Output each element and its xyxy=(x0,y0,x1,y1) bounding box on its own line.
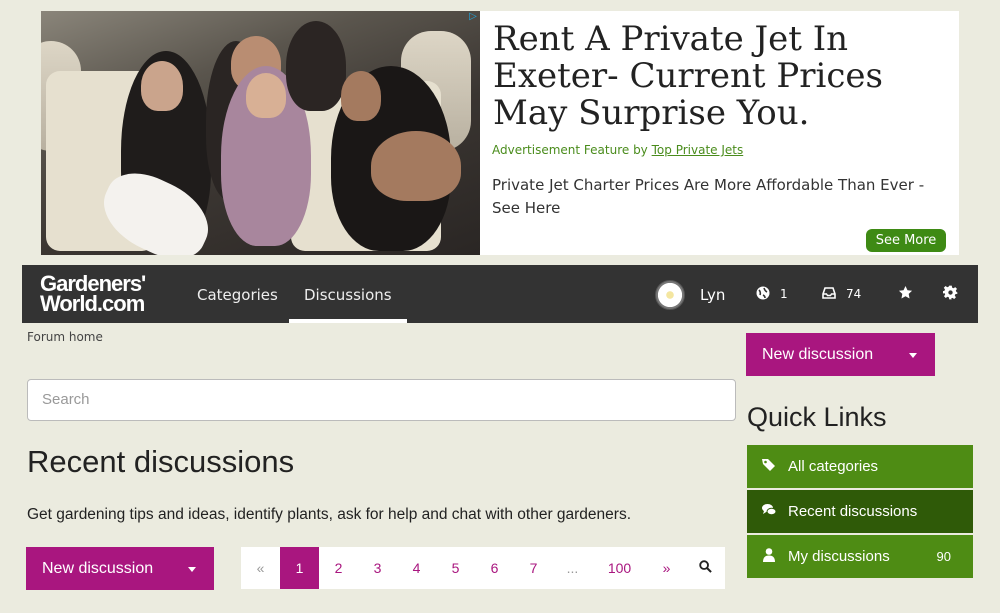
pager-ellipsis: ... xyxy=(566,560,579,576)
new-discussion-label: New discussion xyxy=(762,345,874,363)
chevron-down-icon[interactable] xyxy=(909,352,917,358)
pager-page[interactable]: 5 xyxy=(436,547,475,589)
pager-last-page[interactable]: 100 xyxy=(592,547,647,589)
globe-icon xyxy=(756,286,770,303)
search-icon xyxy=(699,560,712,576)
ad-description[interactable]: Private Jet Charter Prices Are More Affo… xyxy=(492,174,952,220)
page-description: Get gardening tips and ideas, identify p… xyxy=(27,506,632,523)
quick-link-label: All categories xyxy=(788,458,879,475)
avatar[interactable] xyxy=(655,280,685,310)
breadcrumb[interactable]: Forum home xyxy=(27,330,103,344)
pager-prev[interactable]: « xyxy=(241,547,280,589)
pager-next[interactable]: » xyxy=(647,547,686,589)
new-discussion-button[interactable]: New discussion xyxy=(26,547,214,590)
main-nav: Gardeners' World.com Categories Discussi… xyxy=(22,265,978,323)
quick-link-label: My discussions xyxy=(788,548,890,565)
inbox-icon xyxy=(822,286,836,302)
notifications-count: 1 xyxy=(780,287,788,301)
quick-link-recent-discussions[interactable]: Recent discussions xyxy=(747,490,973,533)
pager-page[interactable]: 6 xyxy=(475,547,514,589)
ad-see-more-button[interactable]: See More xyxy=(866,229,946,252)
pager-page[interactable]: 3 xyxy=(358,547,397,589)
inbox-count: 74 xyxy=(846,287,862,301)
nav-categories[interactable]: Categories xyxy=(197,265,278,323)
user-icon xyxy=(761,547,777,567)
ad-headline[interactable]: Rent A Private Jet In Exeter- Current Pr… xyxy=(493,21,953,132)
tags-icon xyxy=(761,457,777,477)
page-title: Recent discussions xyxy=(27,444,295,479)
site-logo[interactable]: Gardeners' World.com xyxy=(40,273,146,316)
pager-page[interactable]: 1 xyxy=(280,547,319,589)
settings-button[interactable] xyxy=(942,265,958,323)
logo-line-2: World.com xyxy=(40,291,145,316)
notifications-button[interactable]: 1 xyxy=(756,265,788,323)
inbox-button[interactable]: 74 xyxy=(822,265,861,323)
pagination: « 1 2 3 4 5 6 7 ... 100 » xyxy=(241,547,725,589)
advertisement[interactable]: ▷ Rent A Private Jet In Exeter- Current … xyxy=(41,11,959,255)
search-input[interactable]: Search xyxy=(27,379,736,421)
pager-search-button[interactable] xyxy=(686,547,725,589)
pager-page[interactable]: 7 xyxy=(514,547,553,589)
ad-image[interactable] xyxy=(41,11,480,255)
ad-sponsor: Advertisement Feature by Top Private Jet… xyxy=(492,143,743,157)
quick-link-my-discussions[interactable]: My discussions 90 xyxy=(747,535,973,578)
ad-sponsor-link[interactable]: Top Private Jets xyxy=(652,143,744,157)
quick-link-label: Recent discussions xyxy=(788,503,918,520)
user-name[interactable]: Lyn xyxy=(700,265,725,325)
star-icon xyxy=(898,285,913,303)
adchoices-icon[interactable]: ▷ xyxy=(466,11,480,23)
ad-sponsor-prefix: Advertisement Feature by xyxy=(492,143,648,157)
gear-icon xyxy=(942,285,958,303)
chevron-down-icon[interactable] xyxy=(188,566,196,572)
nav-discussions[interactable]: Discussions xyxy=(289,265,407,323)
new-discussion-label: New discussion xyxy=(42,559,154,577)
quick-links-title: Quick Links xyxy=(747,402,887,432)
pager-page[interactable]: 4 xyxy=(397,547,436,589)
sidebar-new-discussion-button[interactable]: New discussion xyxy=(746,333,935,376)
bookmarks-button[interactable] xyxy=(898,265,913,323)
comments-icon xyxy=(761,502,777,522)
quick-link-all-categories[interactable]: All categories xyxy=(747,445,973,488)
my-discussions-count: 90 xyxy=(936,549,951,564)
pager-page[interactable]: 2 xyxy=(319,547,358,589)
